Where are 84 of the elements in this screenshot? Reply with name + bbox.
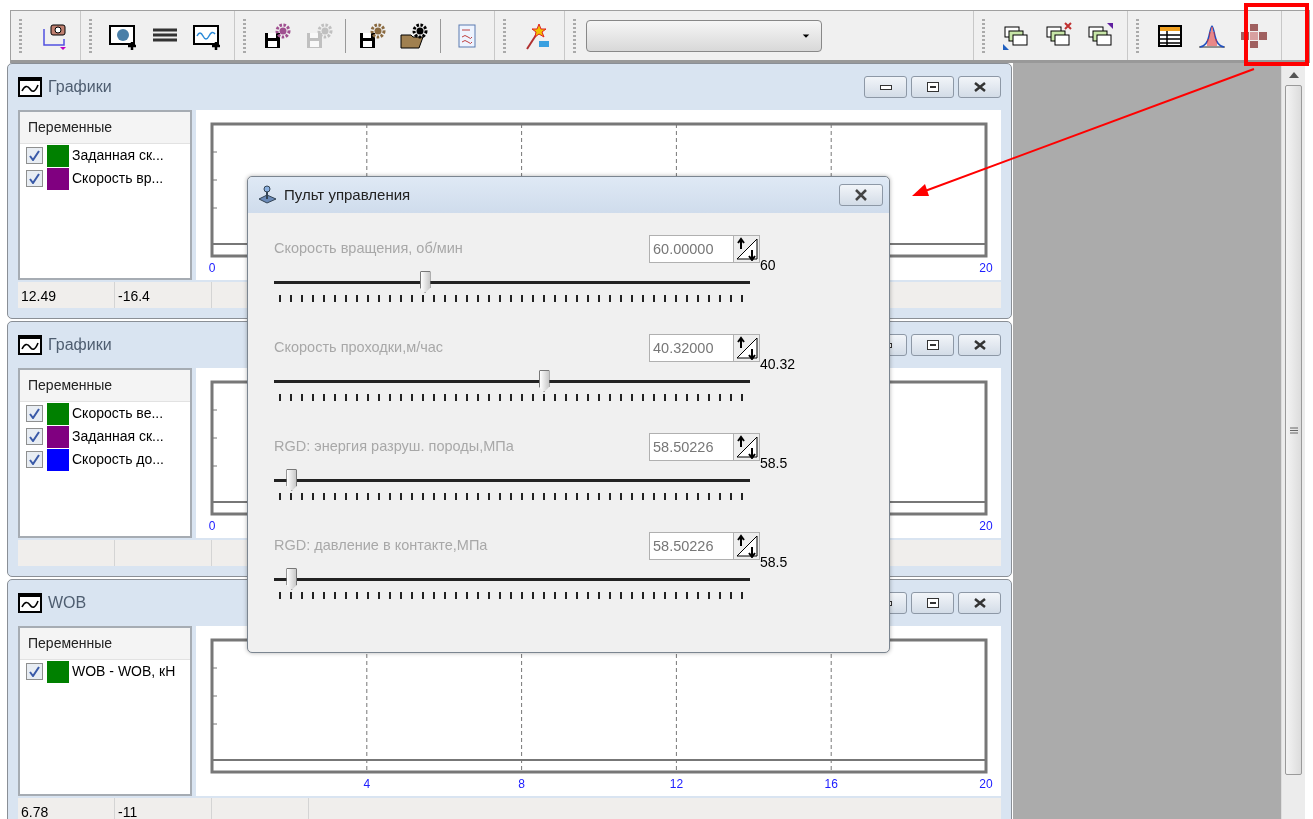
variable-label: WOB - WOB, кН [72, 662, 176, 681]
window-title: Графики [48, 335, 112, 355]
control-label: Скорость вращения, об/мин [274, 239, 464, 259]
variable-label: Скорость вр... [72, 169, 164, 188]
variable-label: Скорость до... [72, 450, 164, 469]
control-label: RGD: давление в контакте,МПа [274, 536, 489, 556]
slider-reading: 40.32 [760, 355, 796, 374]
toolbar-grip[interactable] [982, 18, 985, 53]
toolbar-grip[interactable] [503, 18, 506, 53]
minimize-button[interactable] [864, 76, 907, 98]
toolbar-grip[interactable] [1136, 18, 1139, 53]
toolbar-grip[interactable] [89, 18, 92, 53]
legend-header: Переменные [20, 370, 190, 402]
slider-thumb[interactable] [286, 568, 298, 590]
status-value: -11 [115, 798, 212, 819]
legend-header: Переменные [20, 112, 190, 144]
restore-icon [926, 82, 939, 92]
status-value: -16.4 [115, 282, 212, 308]
slider-reading: 58.5 [760, 553, 788, 572]
close-icon [973, 340, 986, 350]
number-input[interactable]: 58.50226 [649, 532, 733, 560]
toolbar-grip[interactable] [243, 18, 246, 53]
chart-window-icon [18, 593, 42, 613]
scrollbar-thumb[interactable] [1285, 85, 1302, 775]
joystick-icon [256, 185, 278, 205]
axis-tick-label: 20 [979, 777, 993, 791]
close-button[interactable] [958, 592, 1001, 614]
close-icon [973, 598, 986, 608]
chart-window-icon [18, 77, 42, 97]
vertical-scrollbar[interactable] [1281, 63, 1305, 819]
spin-button[interactable] [733, 235, 760, 263]
spin-button[interactable] [733, 433, 760, 461]
axis-tick-label: 0 [208, 261, 216, 275]
restore-button[interactable] [911, 592, 954, 614]
slider-thumb[interactable] [538, 370, 550, 392]
variable-label: Заданная ск... [72, 146, 164, 165]
close-button[interactable] [958, 76, 1001, 98]
status-value: 12.49 [18, 282, 115, 308]
variable-label: Заданная ск... [72, 427, 164, 446]
chart-window-icon [18, 335, 42, 355]
dialog-title: Пульт управления [284, 184, 412, 205]
window-title: Графики [48, 77, 112, 97]
restore-button[interactable] [911, 334, 954, 356]
checkbox[interactable] [26, 405, 43, 422]
checkbox[interactable] [26, 663, 43, 680]
minimize-icon [879, 84, 892, 90]
highlight-frame [1244, 3, 1309, 66]
close-button[interactable] [958, 334, 1001, 356]
variable-label: Скорость ве... [72, 404, 164, 423]
close-button[interactable] [839, 184, 883, 206]
legend-header: Переменные [20, 628, 190, 660]
slider-reading: 58.5 [760, 454, 788, 473]
number-input[interactable]: 40.32000 [649, 334, 733, 362]
window-title: WOB [48, 593, 87, 613]
axis-tick-label: 16 [824, 777, 838, 791]
checkbox[interactable] [26, 147, 43, 164]
toolbar-grip[interactable] [19, 18, 22, 53]
axis-tick-label: 4 [363, 777, 371, 791]
axis-tick-label: 20 [979, 519, 993, 533]
axis-tick-label: 20 [979, 261, 993, 275]
restore-button[interactable] [911, 76, 954, 98]
checkbox[interactable] [26, 428, 43, 445]
restore-icon [926, 340, 939, 350]
number-input[interactable]: 58.50226 [649, 433, 733, 461]
restore-icon [926, 598, 939, 608]
spin-button[interactable] [733, 532, 760, 560]
axis-tick-label: 12 [669, 777, 684, 791]
slider-reading: 60 [760, 256, 776, 275]
close-icon [852, 188, 870, 202]
axis-tick-label: 0 [208, 519, 216, 533]
status-value: 6.78 [18, 798, 115, 819]
dropdown-field[interactable] [586, 19, 822, 52]
control-label: RGD: энергия разруш. породы,МПа [274, 437, 515, 457]
spin-button[interactable] [733, 334, 760, 362]
checkbox[interactable] [26, 451, 43, 468]
toolbar-grip[interactable] [573, 18, 576, 53]
control-label: Скорость проходки,м/час [274, 338, 445, 358]
close-icon [973, 82, 986, 92]
slider-thumb[interactable] [286, 469, 298, 491]
slider-thumb[interactable] [419, 271, 431, 293]
axis-tick-label: 8 [518, 777, 525, 791]
number-input[interactable]: 60.00000 [649, 235, 733, 263]
scroll-up-icon[interactable] [1288, 71, 1300, 79]
checkbox[interactable] [26, 170, 43, 187]
